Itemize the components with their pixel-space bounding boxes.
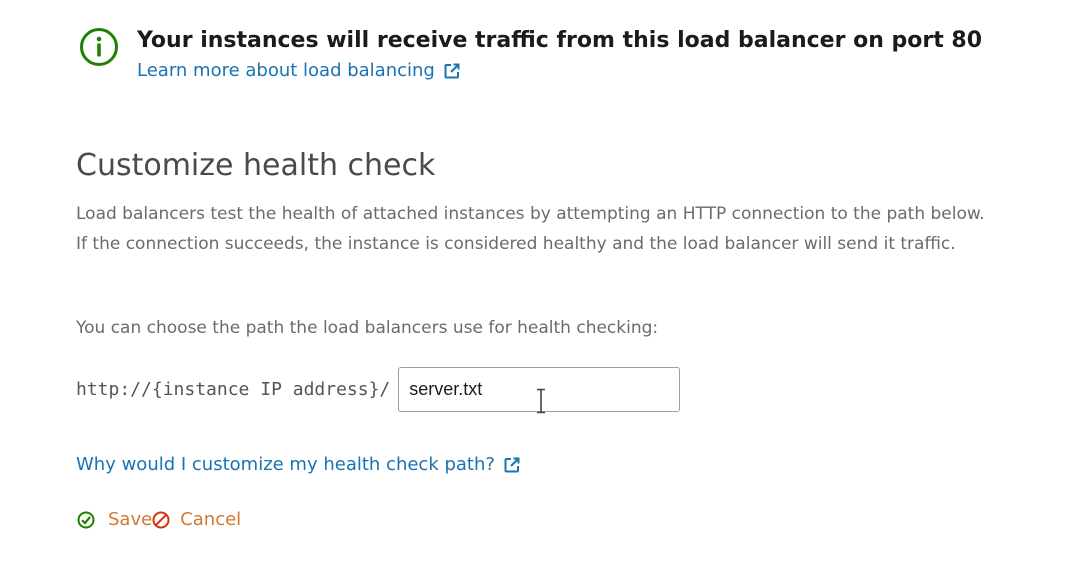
cancel-circle-icon [152,511,170,528]
info-circle-icon [80,28,118,66]
cancel-button[interactable]: Cancel [152,509,241,530]
save-label: Save [108,509,153,530]
cancel-label: Cancel [180,509,242,530]
learn-more-link[interactable]: Learn more about load balancing [137,58,982,84]
why-customize-link-label: Why would I customize my health check pa… [76,454,495,475]
choose-path-text: You can choose the path the load balance… [76,318,659,338]
section-title: Customize health check [76,148,436,183]
path-prefix: http://{instance IP address}/ [76,379,391,400]
check-circle-icon [77,511,95,528]
info-notice: Your instances will receive traffic from… [79,26,982,84]
notice-title: Your instances will receive traffic from… [137,28,983,53]
external-link-icon [504,457,520,473]
form-actions: Save Cancel [77,509,241,530]
learn-more-link-label: Learn more about load balancing [137,60,435,81]
why-customize-link[interactable]: Why would I customize my health check pa… [76,452,521,478]
health-check-path-row: http://{instance IP address}/ [76,367,681,412]
external-link-icon [444,63,460,79]
health-check-description: Load balancers test the health of attach… [76,204,985,254]
save-button[interactable]: Save [77,509,152,530]
text-cursor-icon [537,388,545,414]
